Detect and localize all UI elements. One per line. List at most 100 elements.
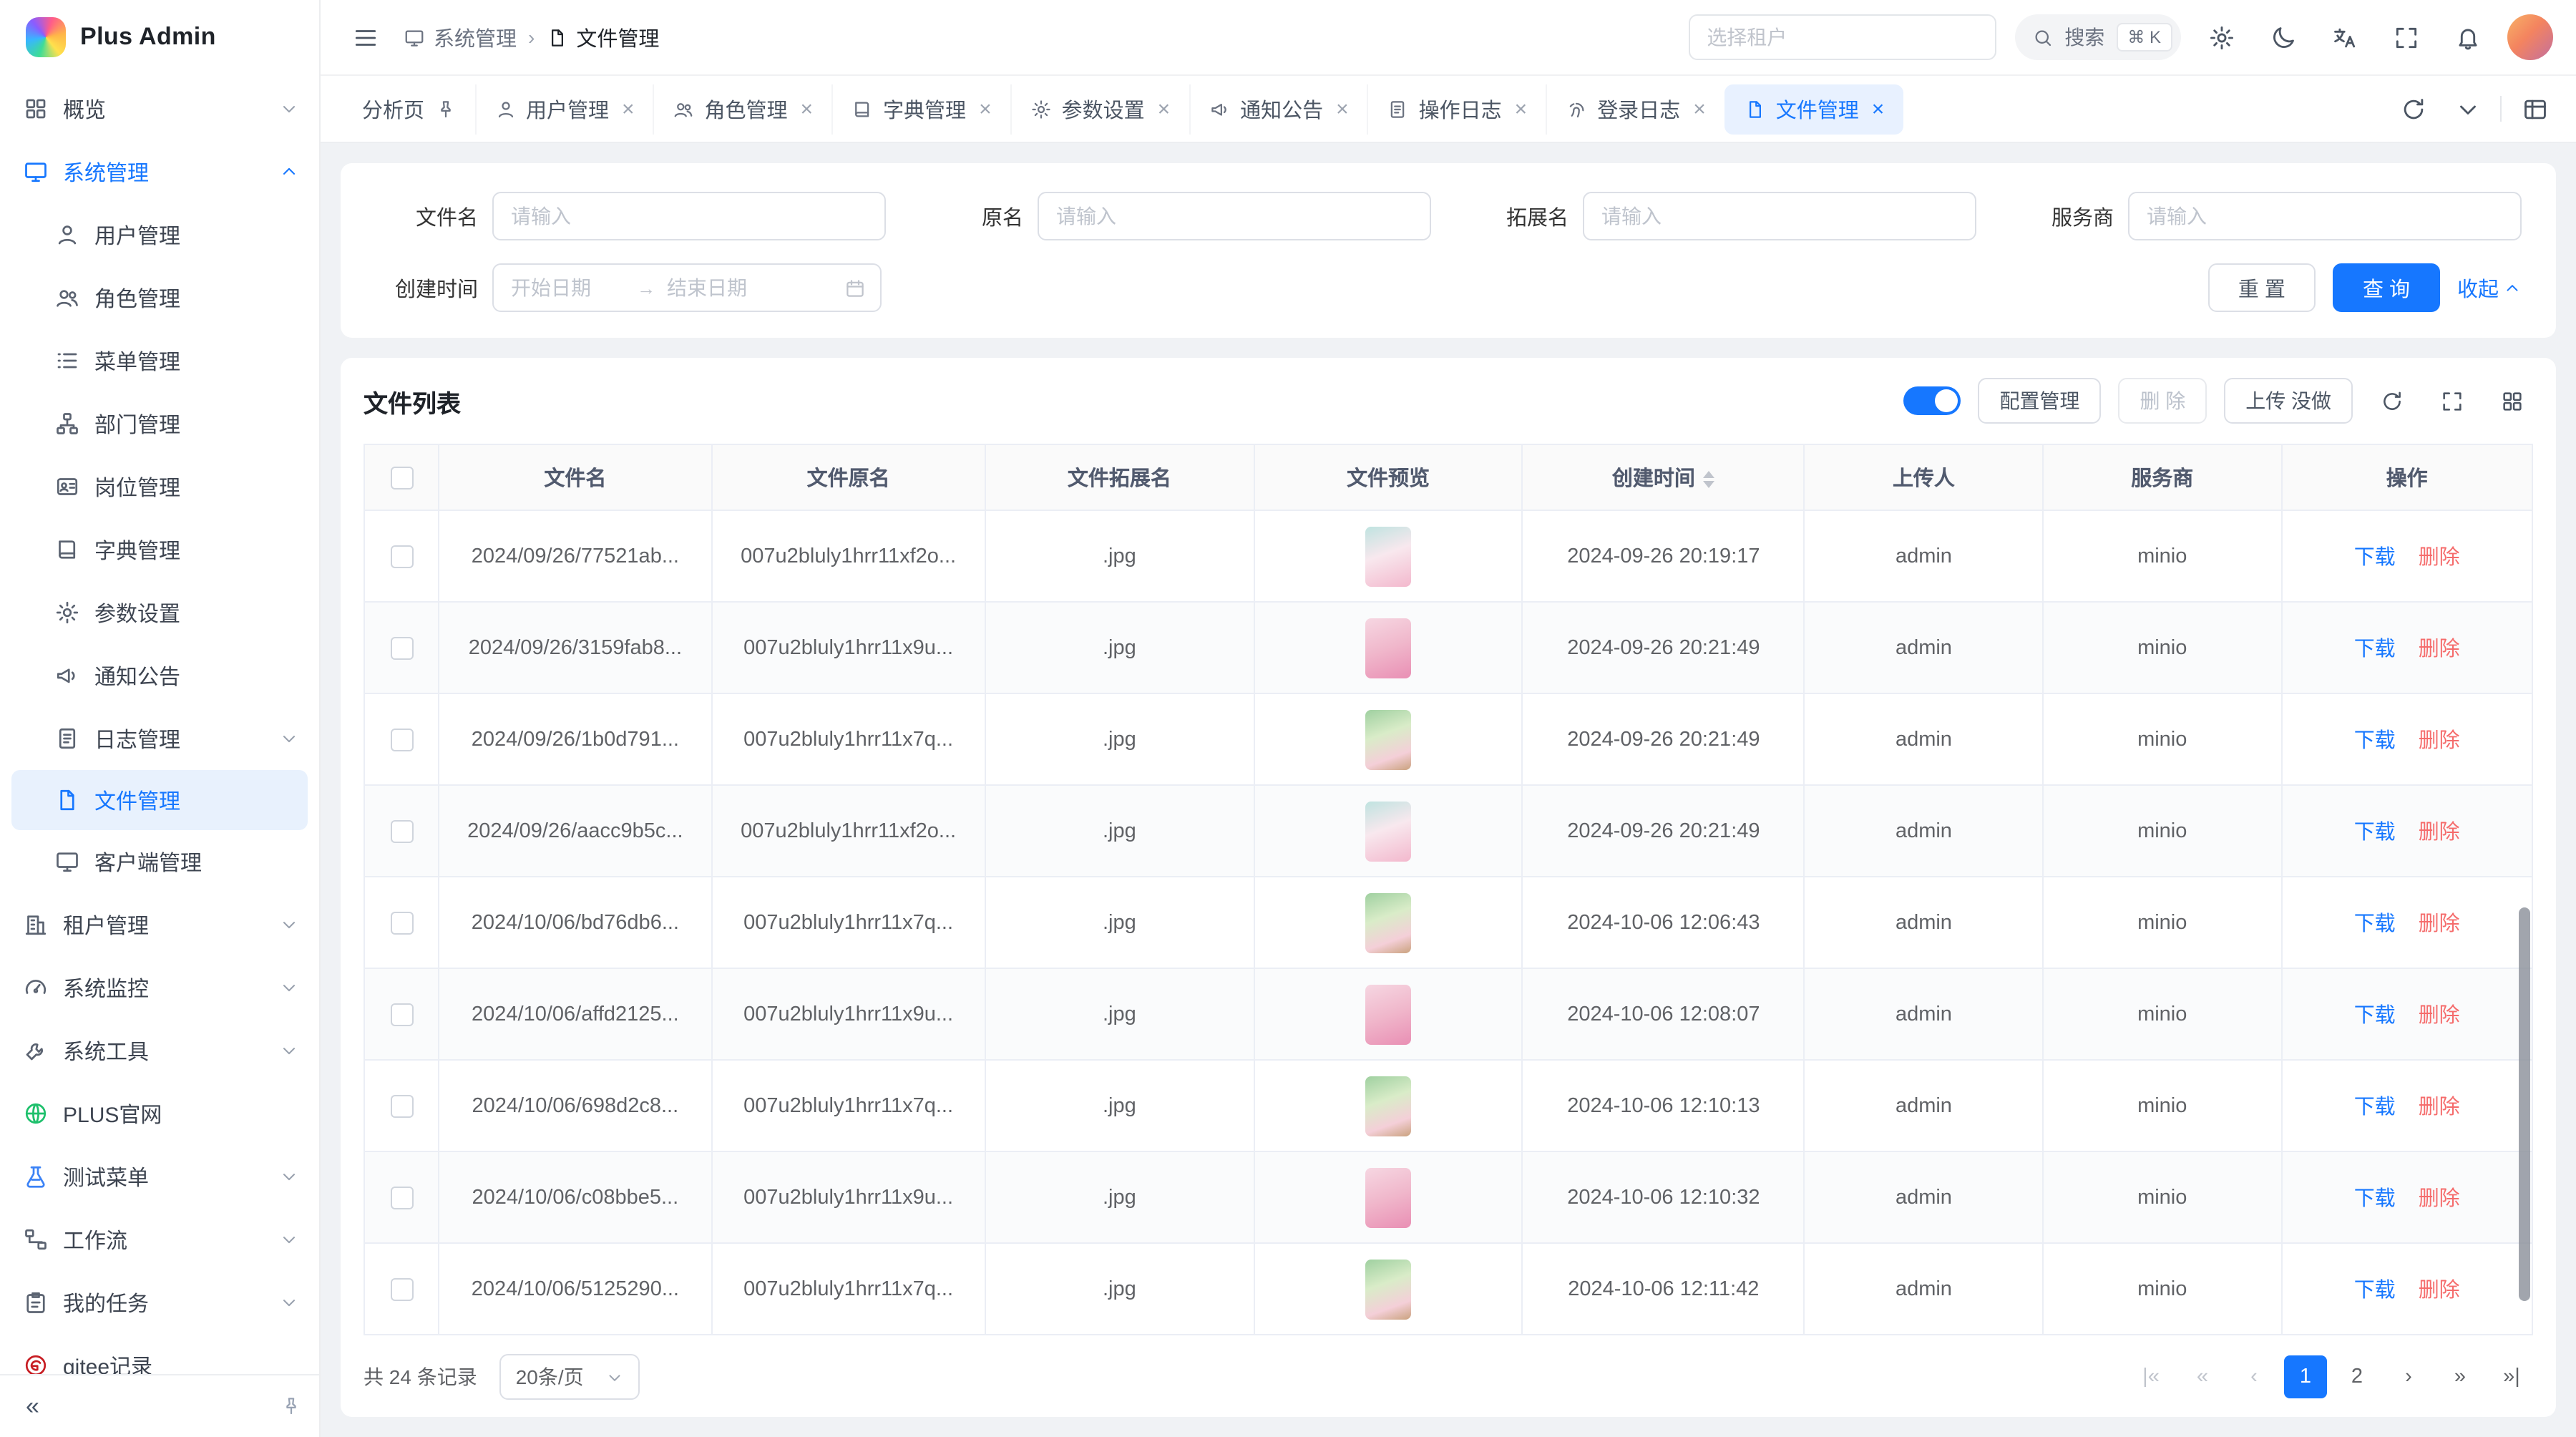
tab-user[interactable]: 用户管理× bbox=[474, 84, 653, 134]
download-link[interactable]: 下载 bbox=[2354, 999, 2396, 1029]
file-preview-thumbnail[interactable] bbox=[1365, 984, 1411, 1044]
sidebar-pin-icon[interactable] bbox=[280, 1395, 302, 1417]
refresh-icon[interactable] bbox=[2391, 87, 2434, 130]
file-preview-thumbnail[interactable] bbox=[1365, 526, 1411, 586]
tab-users[interactable]: 角色管理× bbox=[653, 84, 832, 134]
sidebar-item-globe[interactable]: PLUS官网 bbox=[0, 1082, 319, 1145]
sidebar-item-monitor[interactable]: 系统管理 bbox=[0, 140, 319, 203]
start-date-input[interactable] bbox=[508, 275, 628, 301]
layout-panels-icon[interactable] bbox=[2513, 87, 2556, 130]
sidebar-item-log[interactable]: 日志管理 bbox=[0, 707, 319, 770]
close-icon[interactable]: × bbox=[1872, 98, 1885, 120]
tab-fingerprint[interactable]: 登录日志× bbox=[1546, 84, 1724, 134]
download-link[interactable]: 下载 bbox=[2354, 816, 2396, 846]
delete-link[interactable]: 删除 bbox=[2419, 999, 2460, 1029]
dark-mode-moon-icon[interactable] bbox=[2261, 16, 2304, 59]
delete-link[interactable]: 删除 bbox=[2419, 1091, 2460, 1121]
file-preview-thumbnail[interactable] bbox=[1365, 1259, 1411, 1319]
hamburger-menu-icon[interactable] bbox=[343, 16, 386, 59]
sidebar-item-megaphone[interactable]: 通知公告 bbox=[0, 644, 319, 707]
delete-link[interactable]: 删除 bbox=[2419, 1182, 2460, 1212]
download-link[interactable]: 下载 bbox=[2354, 1091, 2396, 1121]
row-checkbox[interactable] bbox=[390, 636, 413, 659]
config-management-button[interactable]: 配置管理 bbox=[1978, 378, 2101, 424]
column-header[interactable]: 文件原名 bbox=[712, 444, 985, 510]
file-preview-thumbnail[interactable] bbox=[1365, 618, 1411, 678]
tab-gear[interactable]: 参数设置× bbox=[1010, 84, 1189, 134]
download-link[interactable]: 下载 bbox=[2354, 1274, 2396, 1304]
filter-input[interactable] bbox=[1038, 192, 1431, 240]
tab-log[interactable]: 操作日志× bbox=[1367, 84, 1546, 134]
sidebar-item-git[interactable]: gitee记录 bbox=[0, 1334, 319, 1374]
settings-gear-icon[interactable] bbox=[2200, 16, 2243, 59]
sidebar-item-tenant[interactable]: 租户管理 bbox=[0, 893, 319, 956]
column-header[interactable]: 文件拓展名 bbox=[985, 444, 1254, 510]
next-page-button[interactable]: › bbox=[2387, 1355, 2430, 1398]
sidebar-item-gauge[interactable]: 系统监控 bbox=[0, 956, 319, 1019]
last-page-button[interactable]: »| bbox=[2490, 1355, 2533, 1398]
tenant-select-input[interactable] bbox=[1688, 14, 1996, 60]
sidebar-item-badge[interactable]: 岗位管理 bbox=[0, 455, 319, 518]
chevron-down-icon[interactable] bbox=[2446, 87, 2489, 130]
column-header[interactable]: 上传人 bbox=[1805, 444, 2043, 510]
grid-columns-icon[interactable] bbox=[2490, 379, 2533, 422]
sidebar-item-users[interactable]: 角色管理 bbox=[0, 266, 319, 329]
fast-next-button[interactable]: » bbox=[2439, 1355, 2482, 1398]
delete-link[interactable]: 删除 bbox=[2419, 1274, 2460, 1304]
delete-link[interactable]: 删除 bbox=[2419, 907, 2460, 937]
download-link[interactable]: 下载 bbox=[2354, 633, 2396, 663]
tab-book[interactable]: 字典管理× bbox=[831, 84, 1010, 134]
sidebar-item-user[interactable]: 用户管理 bbox=[0, 203, 319, 266]
delete-button[interactable]: 删 除 bbox=[2118, 378, 2207, 424]
sidebar-item-tools[interactable]: 系统工具 bbox=[0, 1019, 319, 1082]
row-checkbox[interactable] bbox=[390, 728, 413, 751]
page-number-button[interactable]: 1 bbox=[2284, 1355, 2327, 1398]
breadcrumb-item[interactable]: 系统管理 bbox=[404, 22, 517, 52]
close-icon[interactable]: × bbox=[979, 98, 992, 120]
row-checkbox[interactable] bbox=[390, 1003, 413, 1026]
download-link[interactable]: 下载 bbox=[2354, 541, 2396, 571]
select-all-checkbox[interactable] bbox=[390, 466, 413, 489]
column-header[interactable]: 操作 bbox=[2281, 444, 2532, 510]
delete-link[interactable]: 删除 bbox=[2419, 541, 2460, 571]
breadcrumb-item[interactable]: 文件管理 bbox=[546, 22, 659, 52]
page-size-select[interactable]: 20条/页 bbox=[500, 1354, 640, 1400]
sidebar-item-file[interactable]: 文件管理 bbox=[11, 770, 308, 830]
end-date-input[interactable] bbox=[664, 275, 784, 301]
sidebar-item-gear[interactable]: 参数设置 bbox=[0, 581, 319, 644]
filter-input[interactable] bbox=[1583, 192, 1976, 240]
sidebar-item-task[interactable]: 我的任务 bbox=[0, 1271, 319, 1334]
row-checkbox[interactable] bbox=[390, 1186, 413, 1209]
fullscreen-icon[interactable] bbox=[2384, 16, 2427, 59]
delete-link[interactable]: 删除 bbox=[2419, 724, 2460, 754]
sidebar-collapse-button[interactable]: « bbox=[17, 1389, 48, 1423]
sidebar-item-flask[interactable]: 测试菜单 bbox=[0, 1145, 319, 1208]
tab-pin[interactable]: 分析页 bbox=[343, 84, 474, 134]
row-checkbox[interactable] bbox=[390, 545, 413, 568]
close-icon[interactable]: × bbox=[1693, 98, 1706, 120]
refresh-icon[interactable] bbox=[2370, 379, 2413, 422]
file-preview-thumbnail[interactable] bbox=[1365, 801, 1411, 861]
download-link[interactable]: 下载 bbox=[2354, 1182, 2396, 1212]
filter-input[interactable] bbox=[492, 192, 886, 240]
user-avatar[interactable] bbox=[2507, 14, 2553, 60]
file-preview-thumbnail[interactable] bbox=[1365, 709, 1411, 769]
first-page-button[interactable]: |« bbox=[2129, 1355, 2172, 1398]
sidebar-item-grid[interactable]: 概览 bbox=[0, 77, 319, 140]
sidebar-item-book[interactable]: 字典管理 bbox=[0, 518, 319, 581]
sort-icon[interactable] bbox=[1704, 471, 1715, 488]
row-checkbox[interactable] bbox=[390, 1277, 413, 1300]
row-checkbox[interactable] bbox=[390, 819, 413, 842]
prev-page-button[interactable]: ‹ bbox=[2233, 1355, 2275, 1398]
date-range-picker[interactable]: → bbox=[492, 263, 882, 312]
page-number-button[interactable]: 2 bbox=[2336, 1355, 2379, 1398]
sidebar-item-list[interactable]: 菜单管理 bbox=[0, 329, 319, 392]
vertical-scrollbar-thumb[interactable] bbox=[2519, 908, 2530, 1301]
sidebar-item-flow[interactable]: 工作流 bbox=[0, 1208, 319, 1271]
sidebar-item-org[interactable]: 部门管理 bbox=[0, 392, 319, 455]
tab-megaphone[interactable]: 通知公告× bbox=[1189, 84, 1367, 134]
fast-prev-button[interactable]: « bbox=[2181, 1355, 2224, 1398]
upload-button[interactable]: 上传 没做 bbox=[2224, 378, 2353, 424]
sidebar-item-client[interactable]: 客户端管理 bbox=[0, 830, 319, 893]
download-link[interactable]: 下载 bbox=[2354, 907, 2396, 937]
